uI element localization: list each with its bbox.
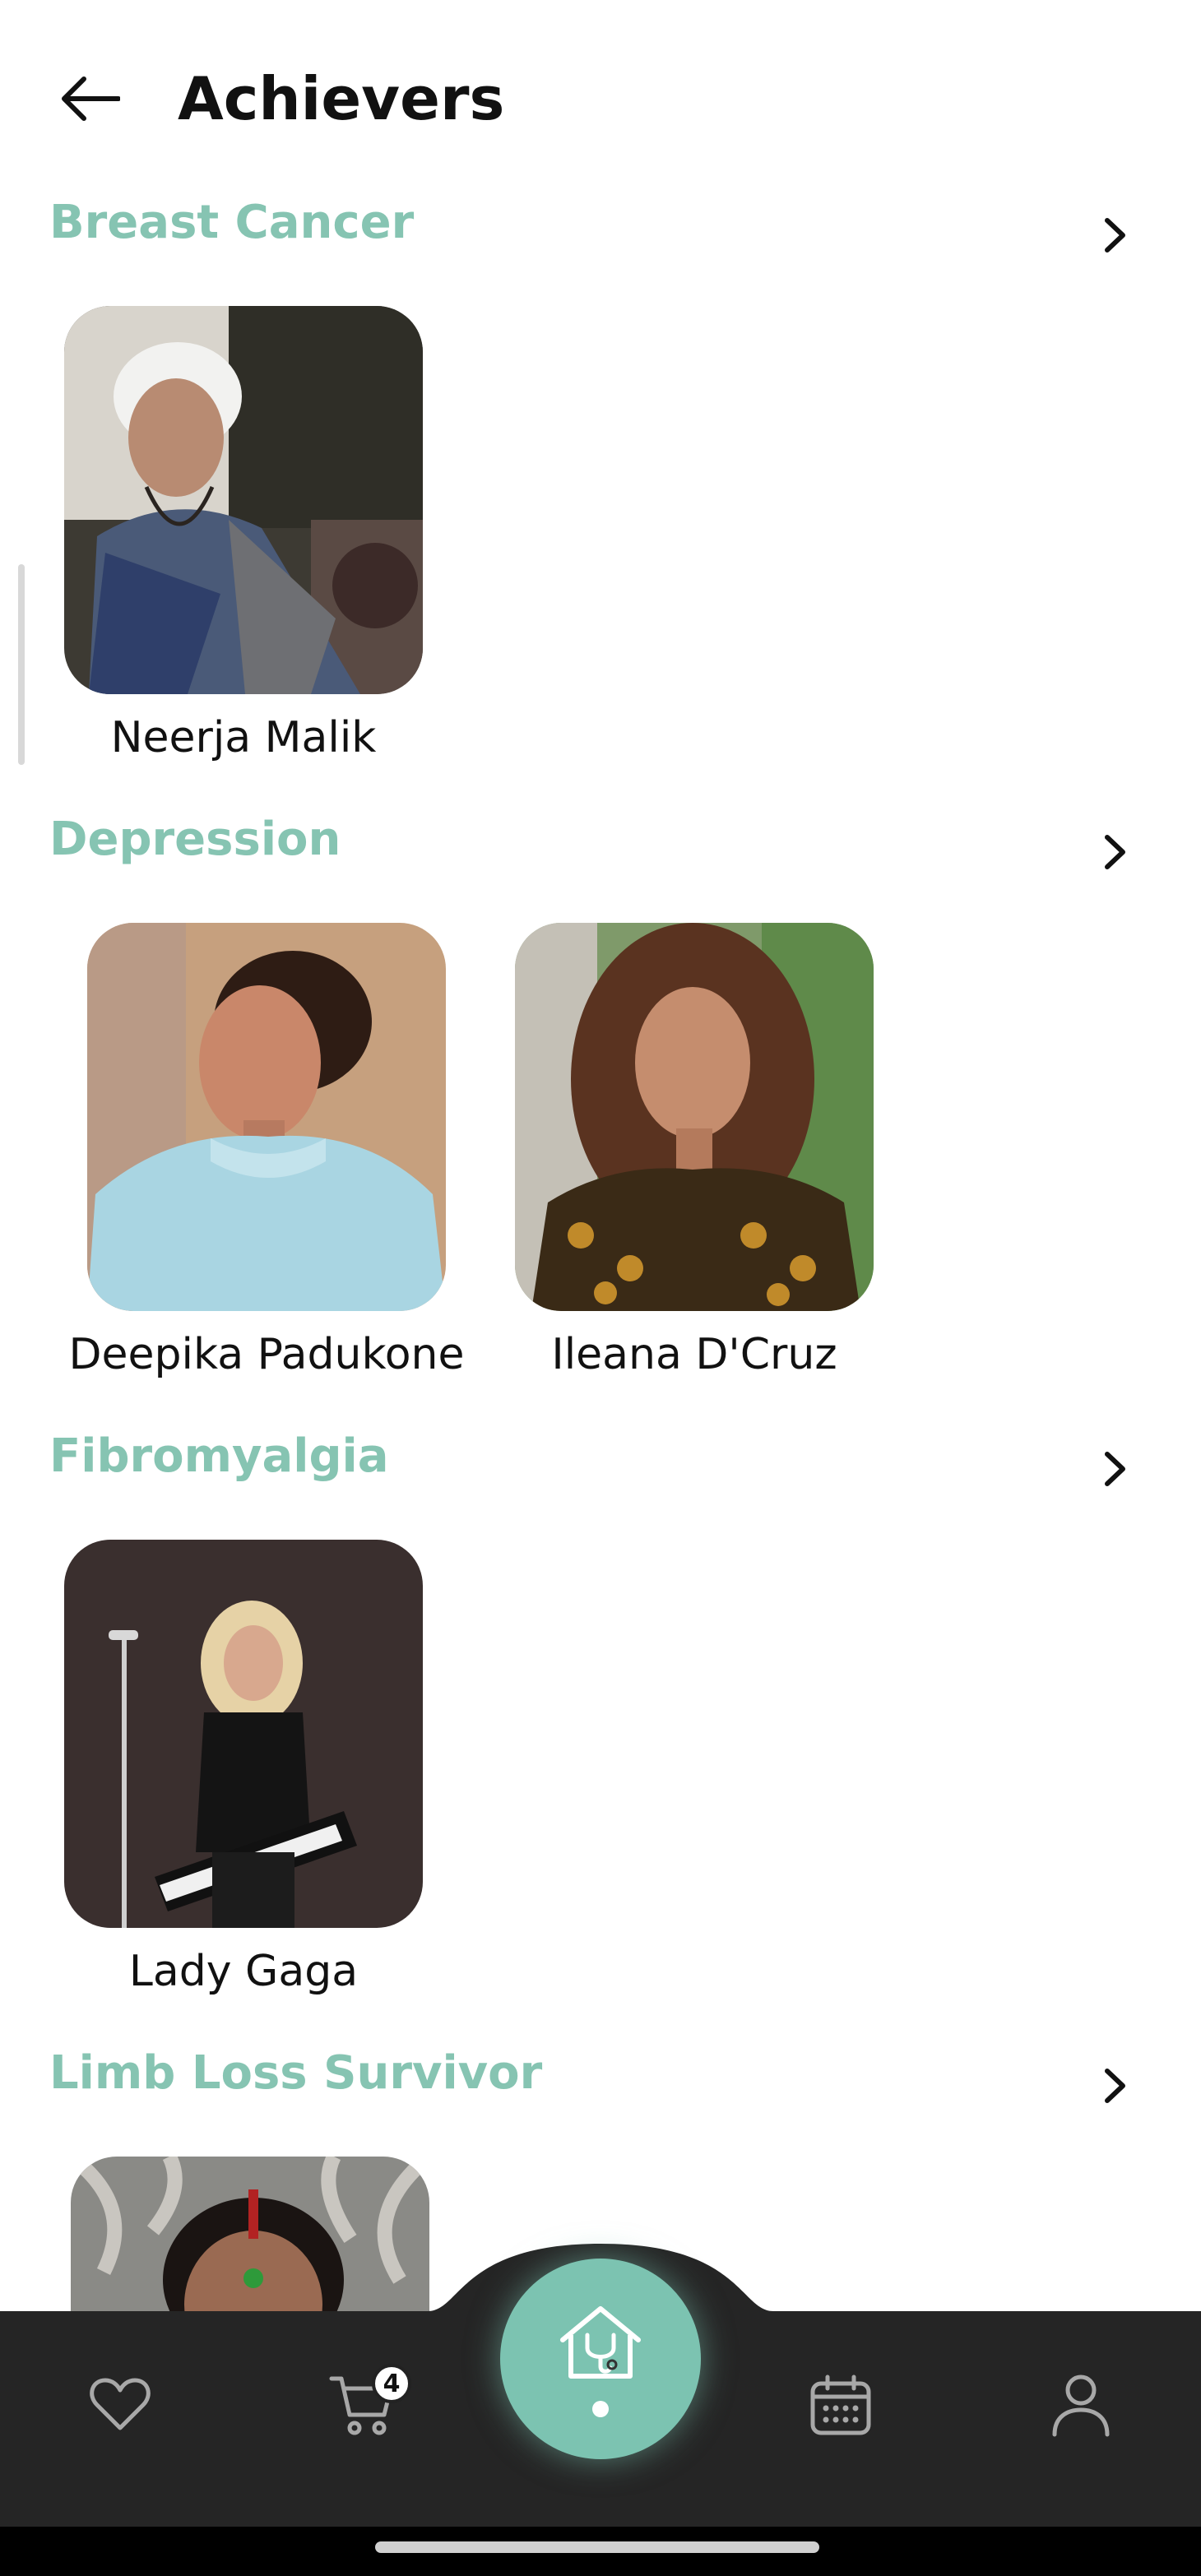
- profile-tab[interactable]: [1040, 2364, 1122, 2446]
- home-indicator-bar[interactable]: [375, 2541, 819, 2553]
- home-button[interactable]: [500, 2259, 701, 2459]
- section-title: Depression: [49, 813, 341, 866]
- section-title: Limb Loss Survivor: [49, 2046, 543, 2100]
- achiever-photo: [515, 923, 874, 1311]
- section-fibromyalgia: Fibromyalgia Lady Gaga: [0, 1428, 1201, 2004]
- section-title: Fibromyalgia: [49, 1429, 389, 1483]
- section-title: Breast Cancer: [49, 196, 415, 249]
- back-button[interactable]: [49, 58, 132, 140]
- favorites-tab[interactable]: [79, 2364, 161, 2446]
- section-depression: Depression Deepika Padukone Ileana D'Cru…: [0, 811, 1201, 1387]
- section-see-all-button[interactable]: [1087, 824, 1143, 880]
- chevron-right-icon: [1105, 835, 1125, 869]
- section-see-all-button[interactable]: [1087, 2058, 1143, 2114]
- page-title: Achievers: [178, 64, 505, 133]
- chevron-right-icon: [1105, 218, 1125, 253]
- home-doctor-icon: [560, 2306, 641, 2417]
- achiever-name: Lady Gaga: [128, 1947, 359, 1996]
- cart-count-badge: 4: [372, 2364, 411, 2403]
- section-breast-cancer: Breast Cancer Neerja Malik: [0, 194, 1201, 770]
- appointments-tab[interactable]: [800, 2364, 882, 2446]
- app-header: Achievers: [0, 0, 1201, 194]
- achiever-name: Ileana D'Cruz: [551, 1330, 837, 1379]
- section-see-all-button[interactable]: [1087, 207, 1143, 263]
- arrow-left-icon: [62, 76, 120, 121]
- section-see-all-button[interactable]: [1087, 1441, 1143, 1497]
- achiever-name: Neerja Malik: [110, 713, 377, 762]
- calendar-icon: [810, 2374, 871, 2435]
- achiever-name: Deepika Padukone: [68, 1330, 465, 1379]
- achiever-photo: [64, 306, 423, 694]
- profile-icon: [1052, 2374, 1110, 2437]
- achiever-photo: [64, 1540, 423, 1928]
- achievers-screen: Achievers Breast Cancer Neerja Malik Dep…: [0, 0, 1201, 2576]
- achiever-photo: [87, 923, 446, 1311]
- chevron-right-icon: [1105, 2069, 1125, 2103]
- heart-icon: [90, 2378, 151, 2430]
- chevron-right-icon: [1105, 1452, 1125, 1486]
